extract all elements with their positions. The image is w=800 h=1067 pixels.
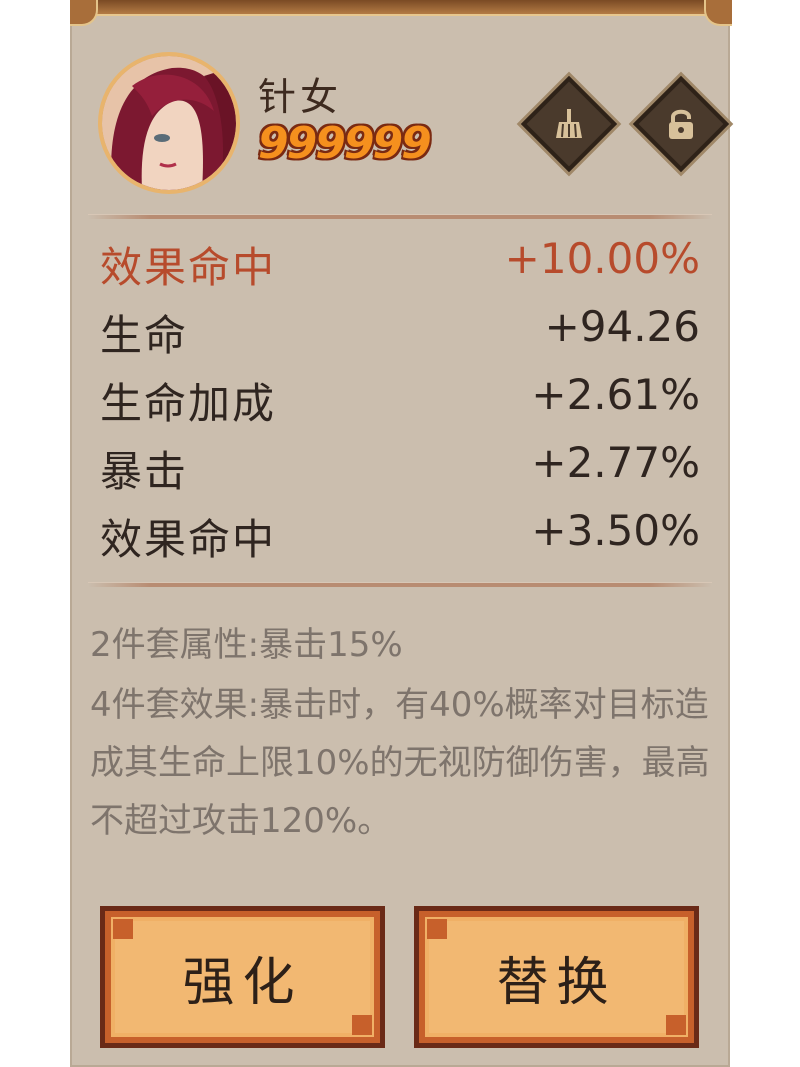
enhance-button[interactable]: 强化 xyxy=(100,906,385,1048)
sub-stat-label: 生命加成 xyxy=(100,379,277,428)
sub-stat-value: +2.77% xyxy=(531,438,700,487)
character-name: 针女 xyxy=(258,75,343,119)
sub-stat-value: +94.26 xyxy=(544,302,700,351)
character-portrait[interactable] xyxy=(98,52,240,194)
character-portrait-icon xyxy=(102,56,236,190)
main-stat-row: 效果命中 +10.00% xyxy=(100,234,700,294)
top-frame-border xyxy=(70,0,730,16)
lock-icon xyxy=(651,94,711,154)
main-stat-label: 效果命中 xyxy=(100,243,277,292)
sub-stat-label: 效果命中 xyxy=(100,515,277,564)
broom-icon xyxy=(539,94,599,154)
sub-stat-row: 暴击 +2.77% xyxy=(100,438,700,498)
sub-stat-value: +3.50% xyxy=(531,506,700,555)
sub-stat-value: +2.61% xyxy=(531,370,700,419)
sub-stat-row: 生命 +94.26 xyxy=(100,302,700,362)
divider xyxy=(88,214,712,219)
character-power: 999999 xyxy=(258,118,432,169)
main-stat-value: +10.00% xyxy=(504,234,700,283)
sub-stat-row: 生命加成 +2.61% xyxy=(100,370,700,430)
four-piece-set-effect: 4件套效果:暴击时，有40%概率对目标造成其生命上限10%的无视防御伤害，最高不… xyxy=(90,685,710,841)
sub-stat-label: 生命 xyxy=(100,311,189,360)
sub-stat-label: 暴击 xyxy=(100,447,189,496)
divider xyxy=(88,582,712,587)
replace-button[interactable]: 替换 xyxy=(414,906,699,1048)
sub-stat-row: 效果命中 +3.50% xyxy=(100,506,700,566)
two-piece-set-bonus: 2件套属性:暴击15% xyxy=(90,625,403,665)
